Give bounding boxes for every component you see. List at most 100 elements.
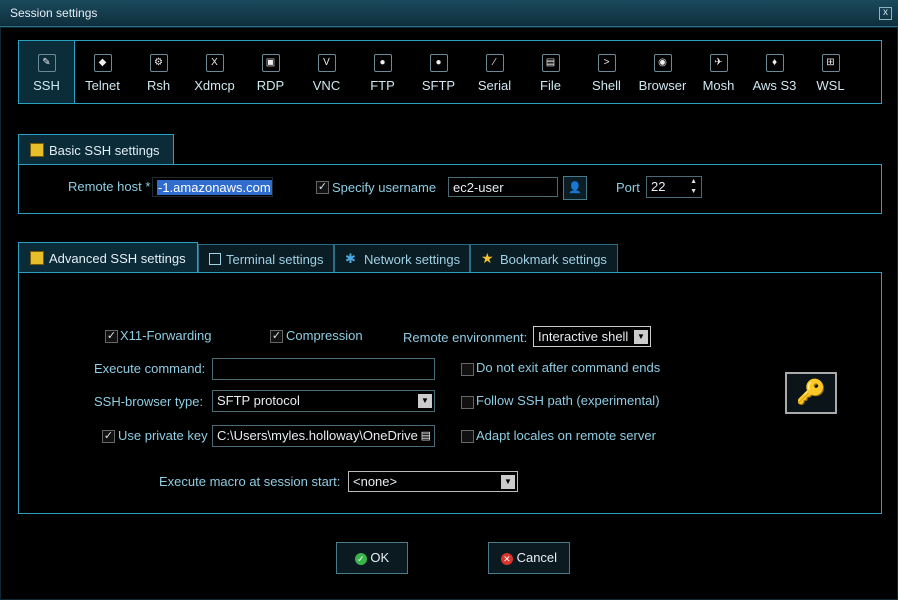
terminal-icon (209, 253, 221, 265)
protocol-tab-serial[interactable]: ∕ Serial (467, 41, 522, 103)
remote-environment-label: Remote environment: (403, 330, 528, 345)
protocol-tab-aws-s3[interactable]: ♦ Aws S3 (747, 41, 802, 103)
basic-ssh-tab[interactable]: Basic SSH settings (18, 134, 174, 165)
use-private-key-checkbox[interactable]: ✓ (102, 430, 115, 443)
x11-forwarding-checkbox[interactable]: ✓ (105, 330, 118, 343)
star-icon: ★ (481, 250, 494, 266)
telnet-icon: ◆ (93, 54, 112, 72)
network-icon: ✱ (345, 251, 356, 266)
tab-network-label: Network settings (364, 252, 461, 267)
tab-advanced-ssh[interactable]: Advanced SSH settings (18, 242, 198, 273)
port-label: Port (616, 180, 640, 195)
close-icon[interactable]: x (879, 7, 892, 20)
tab-network-settings[interactable]: ✱ Network settings (334, 244, 470, 273)
follow-ssh-path-checkbox[interactable] (461, 396, 474, 409)
remote-host-value: -1.amazonaws.com (157, 180, 272, 195)
adapt-locales-label: Adapt locales on remote server (476, 428, 656, 443)
vnc-icon: V (317, 54, 336, 72)
tab-bookmark-settings[interactable]: ★ Bookmark settings (470, 244, 618, 273)
ssh-browser-type-value: SFTP protocol (217, 393, 300, 408)
cancel-button[interactable]: ✕ Cancel (488, 542, 570, 574)
wrench-icon (30, 251, 44, 265)
protocol-tab-rsh[interactable]: ⚙ Rsh (131, 41, 186, 103)
wrench-icon (30, 143, 44, 157)
cancel-circle-icon: ✕ (500, 552, 513, 565)
use-private-key-label: Use private key (118, 428, 208, 443)
title-bar: Session settings x (0, 0, 898, 27)
wsl-icon: ⊞ (821, 54, 840, 72)
remote-host-input[interactable]: -1.amazonaws.com (152, 177, 273, 197)
protocol-tab-bar: ✎ SSH ◆ Telnet ⚙ Rsh X Xdmcp ▣ RDP V VNC ● FTP ● SFTP ∕ S… (18, 40, 882, 104)
protocol-tab-label: Shell (592, 78, 621, 93)
browser-icon: ◉ (653, 54, 672, 72)
private-key-input[interactable]: C:\Users\myles.holloway\OneDrive ▤ (212, 425, 435, 447)
protocol-tab-mosh[interactable]: ✈ Mosh (691, 41, 746, 103)
username-input[interactable]: ec2-user (448, 177, 558, 197)
tab-terminal-settings[interactable]: Terminal settings (198, 244, 334, 273)
check-circle-icon: ✓ (354, 552, 367, 565)
user-manager-icon[interactable]: 👤 (563, 176, 587, 200)
execute-macro-label: Execute macro at session start: (159, 474, 341, 489)
protocol-tab-label: SSH (33, 78, 60, 93)
sftp-icon: ● (429, 54, 448, 72)
protocol-tab-label: SFTP (421, 78, 456, 93)
execute-macro-select[interactable]: <none> ▼ (348, 471, 518, 492)
follow-ssh-path-label: Follow SSH path (experimental) (476, 393, 660, 408)
ftp-icon: ● (373, 54, 392, 72)
protocol-tab-label: VNC (312, 78, 341, 93)
protocol-tab-vnc[interactable]: V VNC (299, 41, 354, 103)
ok-button[interactable]: ✓ OK (336, 542, 408, 574)
port-value: 22 (651, 179, 666, 194)
port-spinbox[interactable]: 22 ▲ ▼ (646, 176, 702, 198)
protocol-tab-label: Xdmcp (194, 78, 235, 93)
tab-advanced-label: Advanced SSH settings (49, 251, 186, 266)
adapt-locales-checkbox[interactable] (461, 430, 474, 443)
compression-label: Compression (286, 328, 363, 343)
ssh-icon: ✎ (37, 54, 56, 72)
execute-macro-value: <none> (353, 474, 398, 489)
rdp-icon: ▣ (261, 54, 280, 72)
execute-command-label: Execute command: (94, 361, 206, 376)
shell-icon: > (597, 54, 616, 72)
protocol-tab-wsl[interactable]: ⊞ WSL (803, 41, 858, 103)
spinner-arrows-icon[interactable]: ▲ ▼ (690, 177, 697, 197)
mosh-icon: ✈ (709, 54, 728, 72)
protocol-tab-rdp[interactable]: ▣ RDP (243, 41, 298, 103)
protocol-tab-label: File (540, 78, 561, 93)
aws-s3-icon: ♦ (765, 54, 784, 72)
xdmcp-icon: X (205, 54, 224, 72)
key-icon[interactable]: 🔑 (785, 372, 837, 414)
x11-forwarding-label: X11-Forwarding (120, 328, 212, 343)
protocol-tab-label: Aws S3 (752, 78, 797, 93)
file-browse-icon[interactable]: ▤ (421, 426, 431, 446)
protocol-tab-telnet[interactable]: ◆ Telnet (75, 41, 130, 103)
protocol-tab-label: RDP (256, 78, 285, 93)
do-not-exit-label: Do not exit after command ends (476, 360, 661, 375)
protocol-tab-file[interactable]: ▤ File (523, 41, 578, 103)
protocol-tab-browser[interactable]: ◉ Browser (635, 41, 690, 103)
basic-ssh-tab-label: Basic SSH settings (49, 143, 160, 158)
do-not-exit-checkbox[interactable] (461, 363, 474, 376)
ssh-browser-type-select[interactable]: SFTP protocol ▼ (212, 390, 435, 412)
compression-checkbox[interactable]: ✓ (270, 330, 283, 343)
private-key-value: C:\Users\myles.holloway\OneDrive (217, 428, 418, 443)
protocol-tab-label: Rsh (146, 78, 171, 93)
protocol-tab-sftp[interactable]: ● SFTP (411, 41, 466, 103)
ok-label: OK (370, 550, 390, 565)
protocol-tab-ssh[interactable]: ✎ SSH (19, 41, 75, 103)
protocol-tab-label: Serial (477, 78, 512, 93)
chevron-down-icon: ▼ (418, 394, 432, 408)
ssh-browser-type-label: SSH-browser type: (94, 394, 204, 409)
chevron-down-icon: ▼ (634, 330, 648, 344)
execute-command-input[interactable] (212, 358, 435, 380)
protocol-tab-xdmcp[interactable]: X Xdmcp (187, 41, 242, 103)
rsh-icon: ⚙ (149, 54, 168, 72)
tab-terminal-label: Terminal settings (226, 252, 324, 267)
protocol-tab-ftp[interactable]: ● FTP (355, 41, 410, 103)
protocol-tab-label: FTP (370, 78, 395, 93)
remote-environment-value: Interactive shell (538, 329, 629, 344)
protocol-tab-shell[interactable]: > Shell (579, 41, 634, 103)
remote-environment-select[interactable]: Interactive shell ▼ (533, 326, 651, 347)
specify-username-label: Specify username (332, 180, 437, 195)
specify-username-checkbox[interactable]: ✓ (316, 181, 329, 194)
